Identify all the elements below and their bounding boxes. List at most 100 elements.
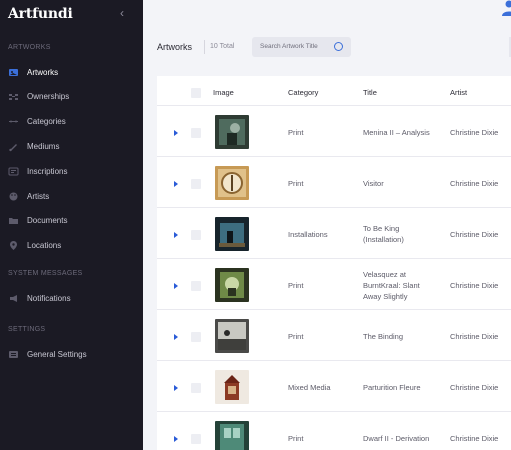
search-icon[interactable] xyxy=(334,42,343,51)
cell-category: Print xyxy=(288,281,304,290)
row-checkbox[interactable] xyxy=(191,434,201,444)
collapse-sidebar-icon[interactable]: ‹ xyxy=(116,5,128,21)
expand-row-icon[interactable] xyxy=(174,283,178,289)
expand-row-icon[interactable] xyxy=(174,385,178,391)
table-row[interactable]: Print Visitor Christine Dixie xyxy=(157,156,511,207)
cell-category: Mixed Media xyxy=(288,383,331,392)
expand-row-icon[interactable] xyxy=(174,130,178,136)
cell-category: Print xyxy=(288,332,304,341)
sidebar-item-label: Documents xyxy=(27,216,68,226)
cell-category: Print xyxy=(288,179,304,188)
sidebar-section-label: SETTINGS xyxy=(8,326,46,333)
page-header: Artworks 10 Total Search Artwork Title xyxy=(143,32,511,64)
sidebar-item-label: Artists xyxy=(27,191,50,201)
cell-artist: Christine Dixie xyxy=(450,332,499,341)
title-line: Away Slightly xyxy=(363,291,408,301)
cell-title[interactable]: Velasquez at BurntKraal: Slant Away Slight… xyxy=(363,269,449,302)
cell-artist: Christine Dixie xyxy=(450,230,499,239)
sidebar: Artfundi ‹ ARTWORKS Artworks Ownerships Cat… xyxy=(0,0,143,450)
artwork-thumbnail[interactable] xyxy=(215,166,249,200)
table-row[interactable]: Installations To Be King (Installation) Chr… xyxy=(157,207,511,258)
sidebar-item-inscriptions[interactable]: Inscriptions xyxy=(0,159,143,183)
column-header-image[interactable]: Image xyxy=(213,88,234,97)
table-row[interactable]: Print The Binding Christine Dixie xyxy=(157,309,511,360)
expand-row-icon[interactable] xyxy=(174,232,178,238)
cell-title[interactable]: The Binding xyxy=(363,331,449,342)
user-avatar-icon[interactable] xyxy=(499,0,511,16)
row-checkbox[interactable] xyxy=(191,383,201,393)
sidebar-item-categories[interactable]: Categories xyxy=(0,110,143,134)
sidebar-item-label: Categories xyxy=(27,117,66,127)
cell-title[interactable]: Menina II – Analysis xyxy=(363,127,449,138)
sidebar-item-ownerships[interactable]: Ownerships xyxy=(0,85,143,109)
select-all-checkbox[interactable] xyxy=(191,88,201,98)
inscription-icon xyxy=(8,166,19,177)
sidebar-item-artists[interactable]: Artists xyxy=(0,184,143,208)
cell-category: Installations xyxy=(288,230,328,239)
categories-icon xyxy=(8,116,19,127)
sidebar-item-label: General Settings xyxy=(27,349,87,359)
sidebar-item-documents[interactable]: Documents xyxy=(0,209,143,233)
sidebar-item-label: Inscriptions xyxy=(27,166,68,176)
title-line: BurntKraal: Slant xyxy=(363,280,420,290)
cell-category: Print xyxy=(288,434,304,443)
expand-row-icon[interactable] xyxy=(174,334,178,340)
table-row[interactable]: Print Velasquez at BurntKraal: Slant Away S… xyxy=(157,258,511,309)
cell-title[interactable]: To Be King (Installation) xyxy=(363,223,449,245)
folder-icon xyxy=(8,215,19,226)
logo-row: Artfundi ‹ xyxy=(0,0,143,30)
sidebar-item-artworks[interactable]: Artworks xyxy=(0,60,143,84)
main-content: Artworks 10 Total Search Artwork Title I… xyxy=(143,0,511,450)
cell-title[interactable]: Dwarf II - Derivation xyxy=(363,433,449,444)
sidebar-item-general-settings[interactable]: General Settings xyxy=(0,342,143,366)
search-input[interactable]: Search Artwork Title xyxy=(252,37,351,57)
table-row[interactable]: Print Dwarf II - Derivation Christine Dixi… xyxy=(157,411,511,450)
artworks-table: Image Category Title Artist Print Menina … xyxy=(157,76,511,450)
table-header: Image Category Title Artist xyxy=(157,76,511,108)
total-count: 10 Total xyxy=(210,43,235,50)
search-placeholder: Search Artwork Title xyxy=(260,43,318,50)
row-checkbox[interactable] xyxy=(191,281,201,291)
table-row[interactable]: Mixed Media Parturition Fleure Christine D… xyxy=(157,360,511,411)
cell-artist: Christine Dixie xyxy=(450,179,499,188)
topbar xyxy=(143,0,511,32)
sidebar-item-mediums[interactable]: Mediums xyxy=(0,134,143,158)
sidebar-item-label: Locations xyxy=(27,241,62,251)
divider xyxy=(204,40,205,54)
expand-row-icon[interactable] xyxy=(174,436,178,442)
brush-icon xyxy=(8,141,19,152)
row-checkbox[interactable] xyxy=(191,128,201,138)
row-checkbox[interactable] xyxy=(191,230,201,240)
cell-artist: Christine Dixie xyxy=(450,128,499,137)
table-row[interactable]: Print Menina II – Analysis Christine Dixie xyxy=(157,105,511,156)
sidebar-item-label: Artworks xyxy=(27,67,59,77)
sidebar-section-label: SYSTEM MESSAGES xyxy=(8,270,83,277)
row-checkbox[interactable] xyxy=(191,179,201,189)
row-checkbox[interactable] xyxy=(191,332,201,342)
title-line: To Be King xyxy=(363,224,400,233)
image-icon xyxy=(8,67,19,78)
expand-row-icon[interactable] xyxy=(174,181,178,187)
ownership-icon xyxy=(8,91,19,102)
artwork-thumbnail[interactable] xyxy=(215,370,249,404)
column-header-category[interactable]: Category xyxy=(288,88,318,97)
title-line: Velasquez at xyxy=(363,269,406,279)
cell-category: Print xyxy=(288,128,304,137)
cell-title[interactable]: Visitor xyxy=(363,178,449,189)
column-header-artist[interactable]: Artist xyxy=(450,88,467,97)
sidebar-item-label: Mediums xyxy=(27,141,60,151)
settings-icon xyxy=(8,349,19,360)
artwork-thumbnail[interactable] xyxy=(215,319,249,353)
artwork-thumbnail[interactable] xyxy=(215,217,249,251)
artwork-thumbnail[interactable] xyxy=(215,115,249,149)
megaphone-icon xyxy=(8,293,19,304)
sidebar-item-locations[interactable]: Locations xyxy=(0,234,143,258)
title-line: (Installation) xyxy=(363,235,404,244)
column-header-title[interactable]: Title xyxy=(363,88,377,97)
app-logo[interactable]: Artfundi xyxy=(8,6,73,22)
cell-title[interactable]: Parturition Fleure xyxy=(363,382,449,393)
sidebar-item-notifications[interactable]: Notifications xyxy=(0,286,143,310)
artwork-thumbnail[interactable] xyxy=(215,268,249,302)
location-pin-icon xyxy=(8,240,19,251)
artwork-thumbnail[interactable] xyxy=(215,421,249,450)
